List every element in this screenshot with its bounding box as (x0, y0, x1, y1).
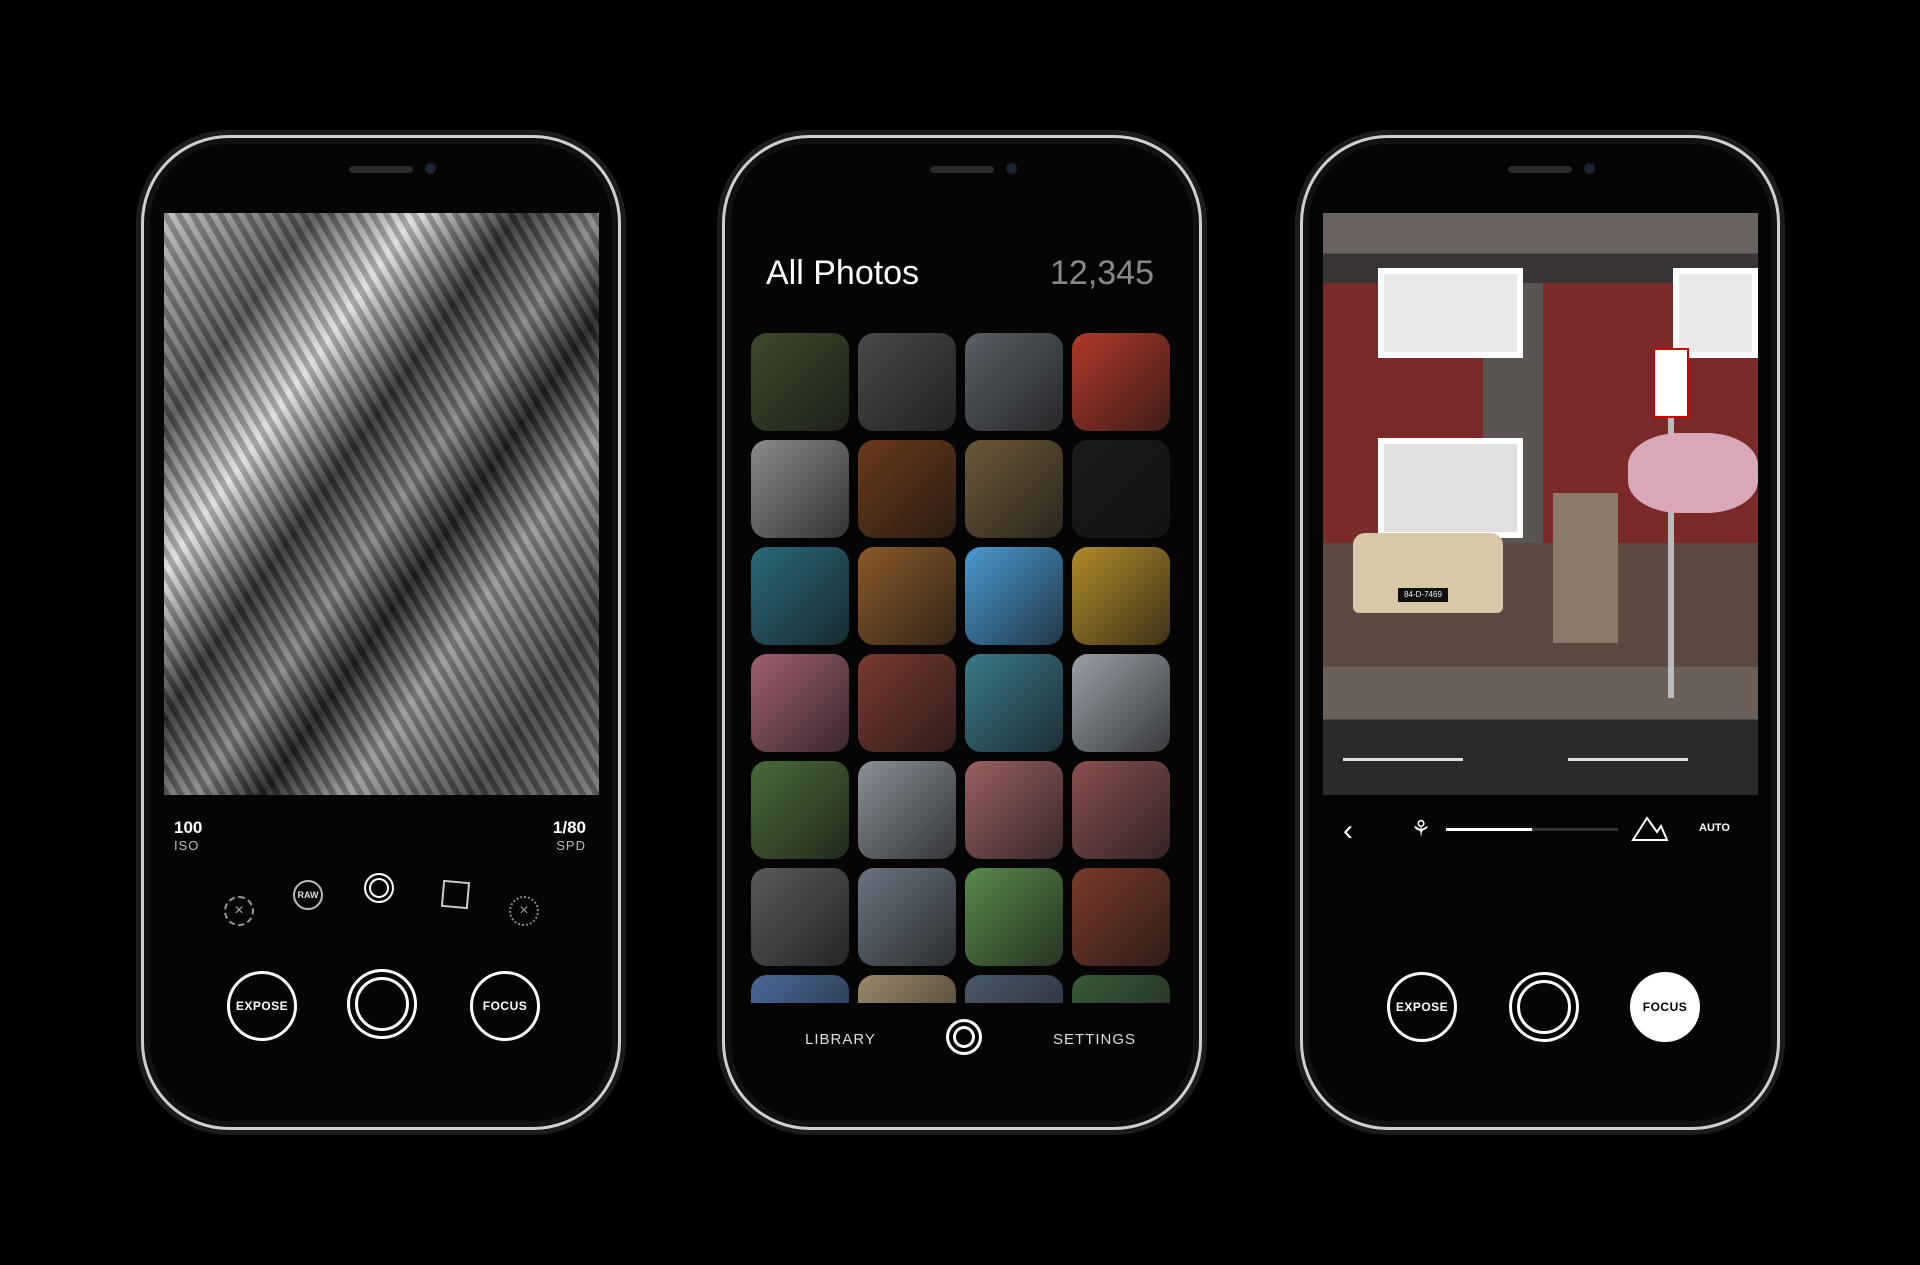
photo-thumbnail[interactable] (1072, 654, 1170, 752)
photo-thumbnail[interactable] (965, 440, 1063, 538)
speed-readout[interactable]: 1/80 SPD (553, 818, 586, 853)
photo-count: 12,345 (1050, 254, 1154, 292)
phone-library: All Photos 12,345 LIBRARY SETTINGS (722, 135, 1202, 1130)
back-chevron-icon[interactable]: ‹ (1343, 814, 1353, 848)
live-circle-icon[interactable] (364, 873, 394, 903)
phone-camera-focus: 84-D-7469 ‹ ⚘ AUTO EXPOSE FOCUS (1300, 135, 1780, 1130)
photo-thumbnail[interactable] (858, 975, 956, 1003)
raw-icon[interactable]: RAW (293, 880, 323, 910)
speed-value: 1/80 (552, 818, 586, 837)
iso-readout[interactable]: 100 ISO (174, 818, 202, 853)
photo-thumbnail[interactable] (965, 333, 1063, 431)
focus-button[interactable]: FOCUS (470, 971, 540, 1041)
macro-flower-icon: ⚘ (1411, 816, 1431, 841)
grid-off-icon[interactable]: × (509, 896, 539, 926)
mountain-icon (1631, 816, 1669, 841)
photo-thumbnail[interactable] (858, 654, 956, 752)
camera-tab-icon[interactable] (946, 1019, 982, 1055)
license-plate: 84-D-7469 (1398, 588, 1448, 602)
speaker (349, 166, 413, 173)
focus-dial[interactable] (1323, 878, 1758, 958)
page-title: All Photos (766, 254, 920, 292)
shutter-button[interactable] (347, 969, 417, 1039)
photo-thumbnail[interactable] (858, 547, 956, 645)
focus-mode-auto[interactable]: AUTO (1699, 822, 1730, 834)
photo-thumbnail[interactable] (858, 761, 956, 859)
viewfinder-street-house[interactable]: 84-D-7469 (1323, 213, 1758, 795)
photo-thumbnail[interactable] (1072, 547, 1170, 645)
photo-thumbnail[interactable] (1072, 975, 1170, 1003)
photo-thumbnail[interactable] (751, 761, 849, 859)
front-camera (1584, 163, 1595, 174)
photo-thumbnail[interactable] (965, 654, 1063, 752)
photo-thumbnail[interactable] (751, 654, 849, 752)
tab-library[interactable]: LIBRARY (805, 1031, 876, 1048)
square-crop-icon[interactable] (440, 879, 471, 910)
timer-off-icon[interactable]: × (224, 896, 254, 926)
photo-thumbnail[interactable] (751, 547, 849, 645)
focus-slider[interactable] (1446, 828, 1618, 831)
photo-thumbnail[interactable] (751, 333, 849, 431)
phone-camera-exposure: 100 ISO 1/80 SPD × RAW × EXPOSE FOCUS (141, 135, 621, 1130)
focus-button-active[interactable]: FOCUS (1630, 972, 1700, 1042)
photo-thumbnail[interactable] (751, 440, 849, 538)
photo-thumbnail[interactable] (965, 761, 1063, 859)
photo-thumbnail[interactable] (858, 333, 956, 431)
photo-thumbnail[interactable] (1072, 761, 1170, 859)
focus-slider-fill (1446, 828, 1532, 831)
front-camera (1006, 163, 1017, 174)
viewfinder-bw-city[interactable] (164, 213, 599, 795)
photo-grid[interactable] (751, 333, 1181, 1003)
tab-settings[interactable]: SETTINGS (1053, 1031, 1136, 1048)
expose-button[interactable]: EXPOSE (227, 971, 297, 1041)
photo-thumbnail[interactable] (858, 440, 956, 538)
speaker (1508, 166, 1572, 173)
expose-button[interactable]: EXPOSE (1387, 972, 1457, 1042)
photo-thumbnail[interactable] (751, 868, 849, 966)
photo-thumbnail[interactable] (1072, 868, 1170, 966)
photo-thumbnail[interactable] (965, 975, 1063, 1003)
iso-label: ISO (174, 838, 200, 853)
speaker (930, 166, 994, 173)
iso-value: 100 (174, 818, 203, 837)
speed-label: SPD (556, 838, 586, 853)
photo-thumbnail[interactable] (1072, 333, 1170, 431)
front-camera (425, 163, 436, 174)
photo-thumbnail[interactable] (751, 975, 849, 1003)
photo-thumbnail[interactable] (965, 868, 1063, 966)
photo-thumbnail[interactable] (1072, 440, 1170, 538)
photo-thumbnail[interactable] (965, 547, 1063, 645)
shutter-button[interactable] (1509, 972, 1579, 1042)
photo-thumbnail[interactable] (858, 868, 956, 966)
